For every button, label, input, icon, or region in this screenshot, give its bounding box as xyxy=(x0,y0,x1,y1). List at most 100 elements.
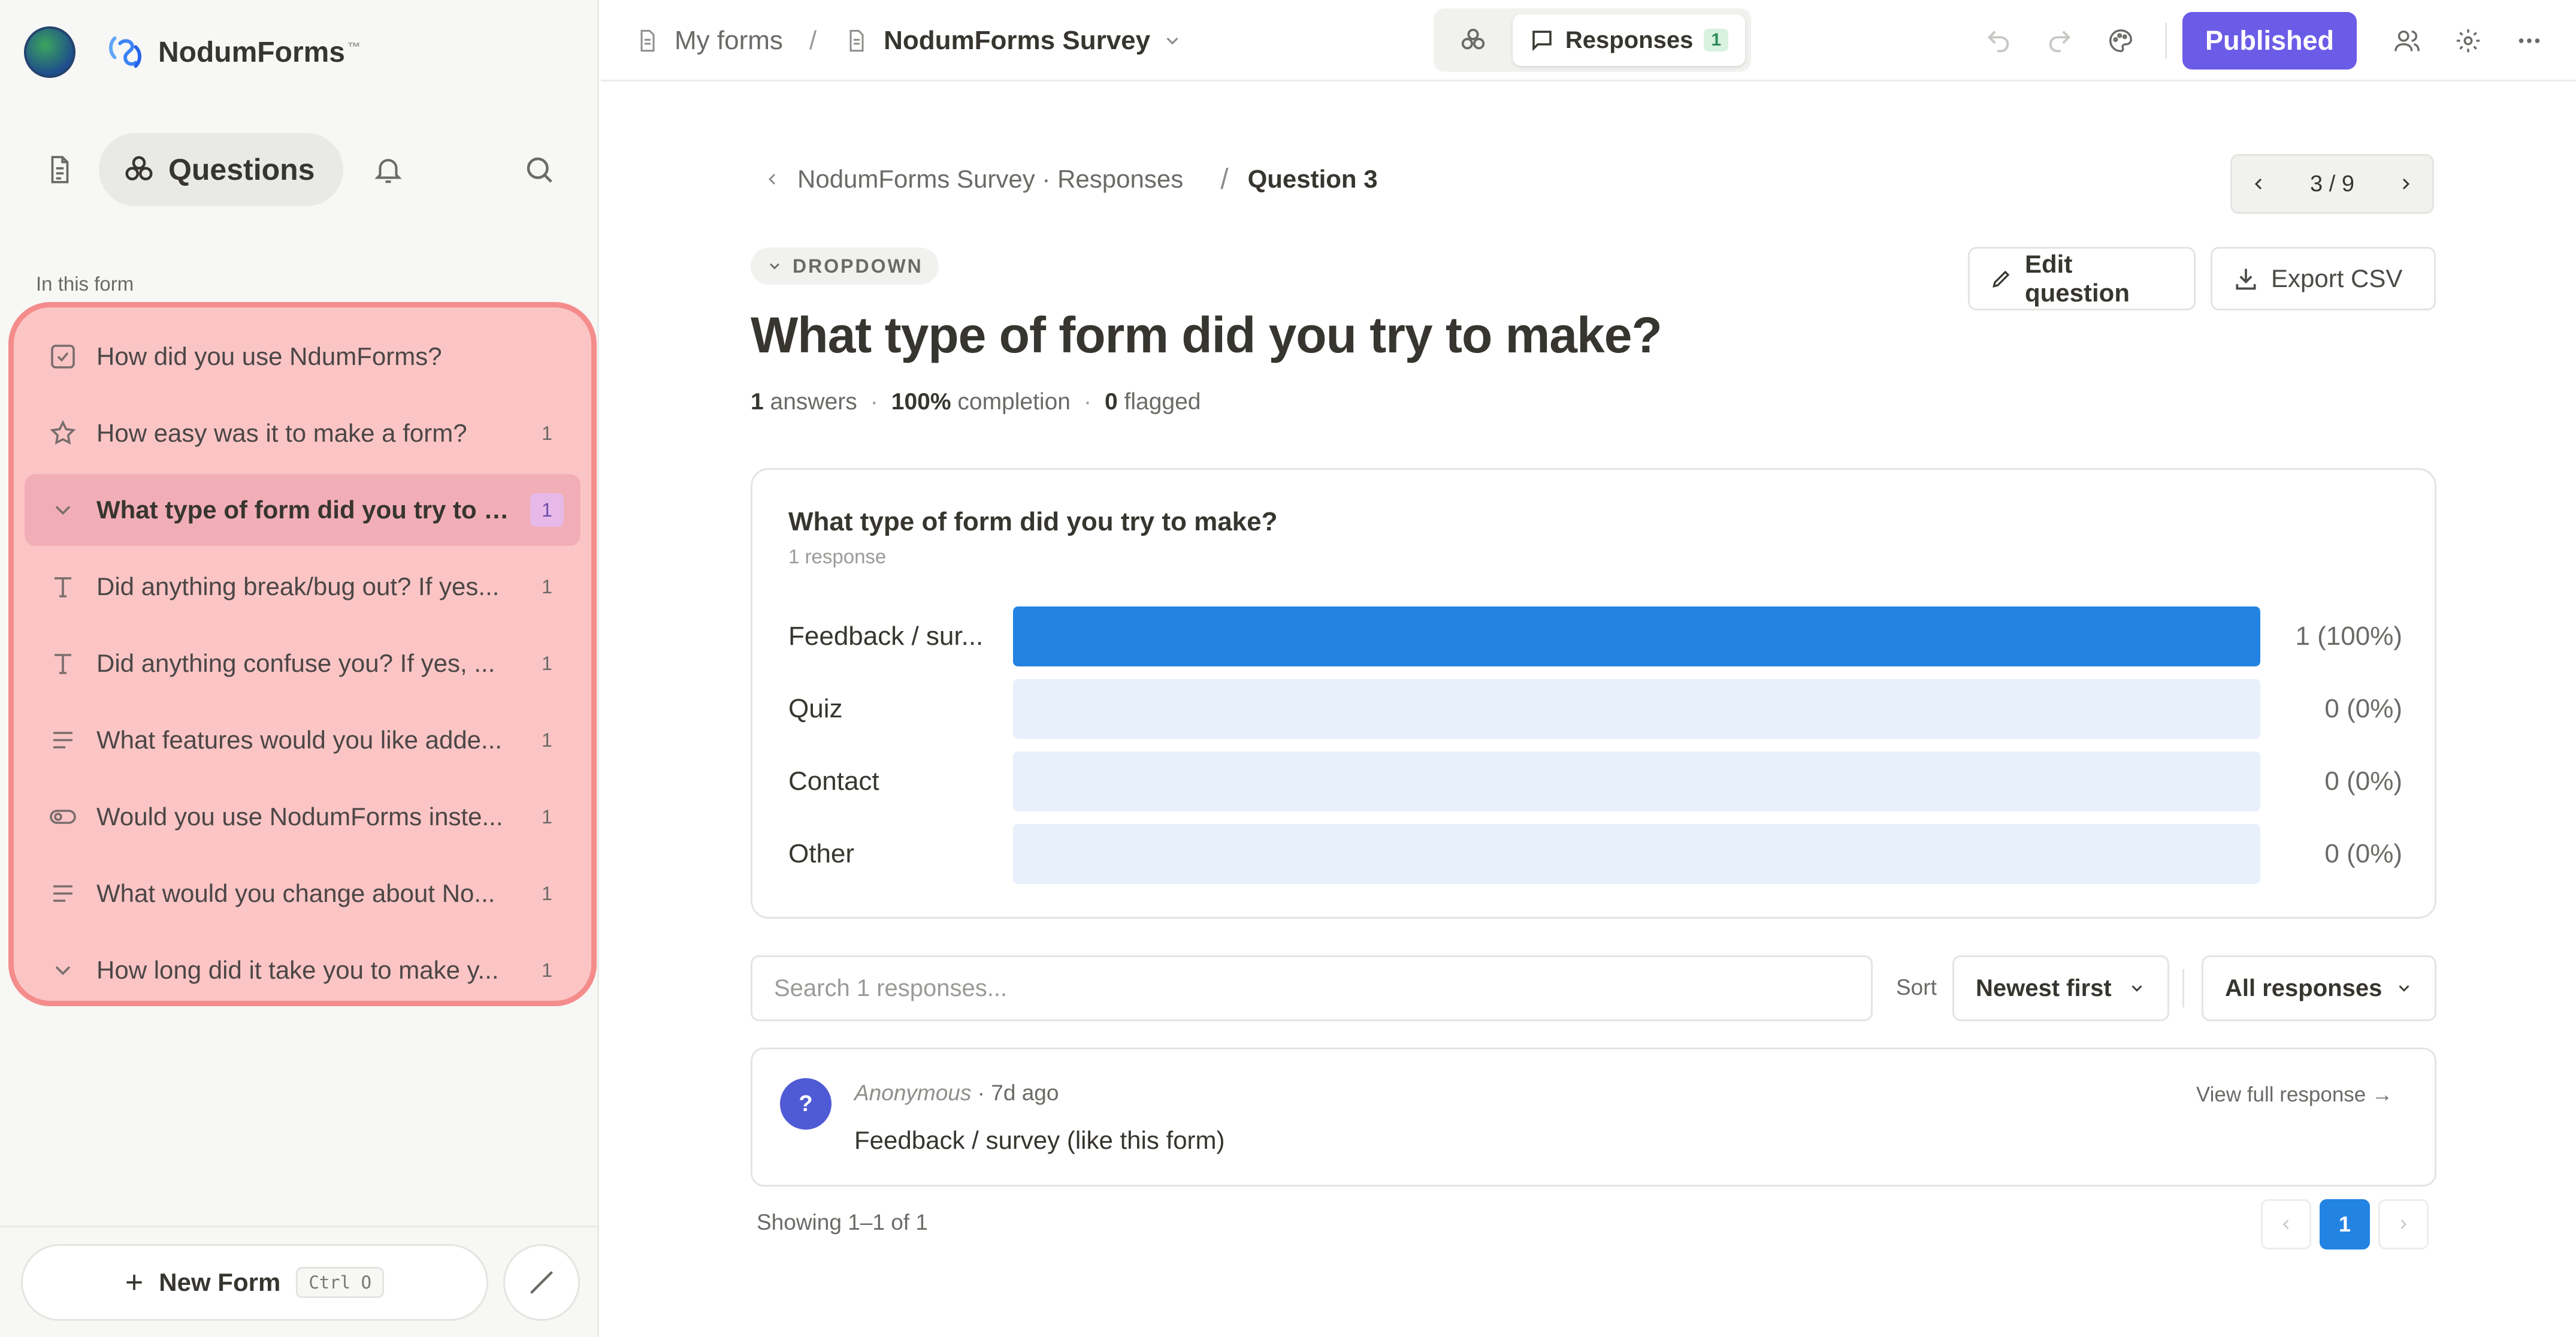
question-label: How long did it take you to make y... xyxy=(96,956,499,984)
question-stats: 1 answers · 100% completion · 0 flagged xyxy=(751,389,1201,415)
divider xyxy=(2164,23,2167,59)
filter-select[interactable]: All responses xyxy=(2202,955,2436,1021)
search-responses-input[interactable] xyxy=(751,955,1873,1021)
text-icon xyxy=(46,647,80,680)
sidebar-question-item[interactable]: What would you change about No... 1 xyxy=(25,858,580,929)
sidebar-question-item[interactable]: Would you use NodumForms inste... 1 xyxy=(25,781,580,853)
results-count: Showing 1–1 of 1 xyxy=(757,1210,928,1235)
chevron-down-icon xyxy=(46,953,80,987)
questions-icon xyxy=(1459,26,1487,54)
filter-value: All responses xyxy=(2225,974,2383,1001)
more-icon[interactable] xyxy=(2507,18,2552,64)
breadcrumb-separator: / xyxy=(809,26,817,55)
sidebar: NodumForms ™ Questions In this form How d… xyxy=(0,0,599,1337)
dot-separator: · xyxy=(1083,389,1092,415)
responses-view-button[interactable]: Responses 1 xyxy=(1512,14,1745,66)
pen-icon xyxy=(525,1266,558,1299)
new-form-button[interactable]: + New Form Ctrl O xyxy=(21,1244,488,1321)
flagged-stat: 0 flagged xyxy=(1104,389,1201,415)
responses-count-badge: 1 xyxy=(1704,29,1728,52)
users-icon[interactable] xyxy=(2384,18,2430,64)
sidebar-question-item[interactable]: How easy was it to make a form? 1 xyxy=(25,397,580,469)
chevron-left-icon[interactable] xyxy=(763,170,782,189)
question-title: What type of form did you try to make? xyxy=(751,307,1662,363)
undo-icon[interactable] xyxy=(1976,18,2021,64)
responses-label: Responses xyxy=(1565,26,1694,53)
divider xyxy=(2182,969,2184,1007)
chart-title: What type of form did you try to make? xyxy=(788,507,1278,536)
sidebar-footer: + New Form Ctrl O xyxy=(0,1226,599,1337)
chevron-left-icon[interactable] xyxy=(2249,174,2268,194)
sidebar-tabs: Questions xyxy=(33,133,566,206)
response-count: 1 xyxy=(542,805,552,828)
page-button[interactable]: 1 xyxy=(2320,1199,2370,1250)
breadcrumb-separator: / xyxy=(1220,163,1229,195)
pager-position: 3 / 9 xyxy=(2310,171,2354,197)
pagination: 1 xyxy=(2261,1199,2429,1250)
bar-fill xyxy=(1013,606,2260,666)
redo-icon[interactable] xyxy=(2037,18,2082,64)
breadcrumb-current-form[interactable]: NodumForms Survey xyxy=(884,26,1150,56)
response-count: 1 xyxy=(542,422,552,444)
response-time: 7d ago xyxy=(991,1081,1059,1105)
text-icon xyxy=(46,570,80,603)
document-icon[interactable] xyxy=(33,143,87,197)
plus-icon: + xyxy=(125,1265,144,1300)
breadcrumb-responses[interactable]: NodumForms Survey · Responses xyxy=(797,165,1183,194)
brand-name: NodumForms ™ xyxy=(158,36,361,68)
question-label: Would you use NodumForms inste... xyxy=(96,802,503,831)
editor-view-button[interactable] xyxy=(1440,14,1507,66)
breadcrumb: My forms / NodumForms Survey xyxy=(634,22,1183,60)
breadcrumb-my-forms[interactable]: My forms xyxy=(675,26,783,56)
chevron-right-icon[interactable] xyxy=(2396,174,2415,194)
chart-rows: Feedback / sur... 1 (100%) Quiz 0 (0%) Conta… xyxy=(788,606,2402,897)
brand: NodumForms ™ xyxy=(24,26,361,78)
section-label: In this form xyxy=(36,273,134,295)
responses-breadcrumb: NodumForms Survey · Responses / Question… xyxy=(763,161,1378,197)
published-button[interactable]: Published xyxy=(2182,12,2357,70)
next-page-button[interactable] xyxy=(2378,1199,2429,1250)
chevron-down-icon[interactable] xyxy=(1162,31,1183,51)
question-type-label: DROPDOWN xyxy=(793,255,923,277)
export-csv-label: Export CSV xyxy=(2271,264,2403,292)
view-full-response-link[interactable]: View full response → xyxy=(2196,1083,2393,1107)
star-icon xyxy=(46,417,80,450)
gear-icon[interactable] xyxy=(2445,18,2491,64)
workspace-avatar[interactable] xyxy=(24,26,75,78)
question-label: How easy was it to make a form? xyxy=(96,419,467,447)
edit-question-label: Edit question xyxy=(2025,250,2130,307)
bar-value: 0 (0%) xyxy=(2324,839,2402,868)
response-card: ? Anonymous · 7d ago Feedback / survey (… xyxy=(751,1048,2436,1187)
prev-page-button[interactable] xyxy=(2261,1199,2311,1250)
toggle-icon xyxy=(46,800,80,834)
sidebar-question-item[interactable]: What features would you like adde... 1 xyxy=(25,704,580,776)
tab-questions-label: Questions xyxy=(168,153,315,186)
tab-questions[interactable]: Questions xyxy=(99,133,344,206)
sidebar-question-item[interactable]: How did you use NdumForms? xyxy=(25,321,580,393)
palette-icon[interactable] xyxy=(2098,18,2143,64)
response-count: 1 xyxy=(530,493,564,527)
question-type-badge: DROPDOWN xyxy=(751,248,939,285)
chart-subtitle: 1 response xyxy=(788,545,887,568)
question-label: What type of form did you try to m... xyxy=(96,496,518,524)
paragraph-icon xyxy=(46,723,80,757)
edit-question-button[interactable]: Edit question xyxy=(1968,247,2196,310)
quick-edit-button[interactable] xyxy=(503,1244,580,1321)
chevron-down-icon xyxy=(46,493,80,527)
search-icon[interactable] xyxy=(512,143,566,197)
bar-track xyxy=(1013,606,2260,666)
question-pager: 3 / 9 xyxy=(2230,154,2434,214)
bell-icon[interactable] xyxy=(361,143,415,197)
bar-track xyxy=(1013,752,2260,811)
sidebar-question-item[interactable]: What type of form did you try to m... 1 xyxy=(25,474,580,546)
bar-value: 0 (0%) xyxy=(2324,694,2402,723)
response-count: 1 xyxy=(542,729,552,751)
question-label: Did anything confuse you? If yes, ... xyxy=(96,649,495,677)
response-count: 1 xyxy=(542,959,552,981)
export-csv-button[interactable]: Export CSV xyxy=(2211,247,2436,310)
chart-bar-row: Contact 0 (0%) xyxy=(788,752,2402,811)
sidebar-question-item[interactable]: Did anything confuse you? If yes, ... 1 xyxy=(25,627,580,699)
sidebar-question-item[interactable]: How long did it take you to make y... 1 xyxy=(25,934,580,1006)
sort-select[interactable]: Newest first xyxy=(1952,955,2169,1021)
sidebar-question-item[interactable]: Did anything break/bug out? If yes... 1 xyxy=(25,551,580,623)
